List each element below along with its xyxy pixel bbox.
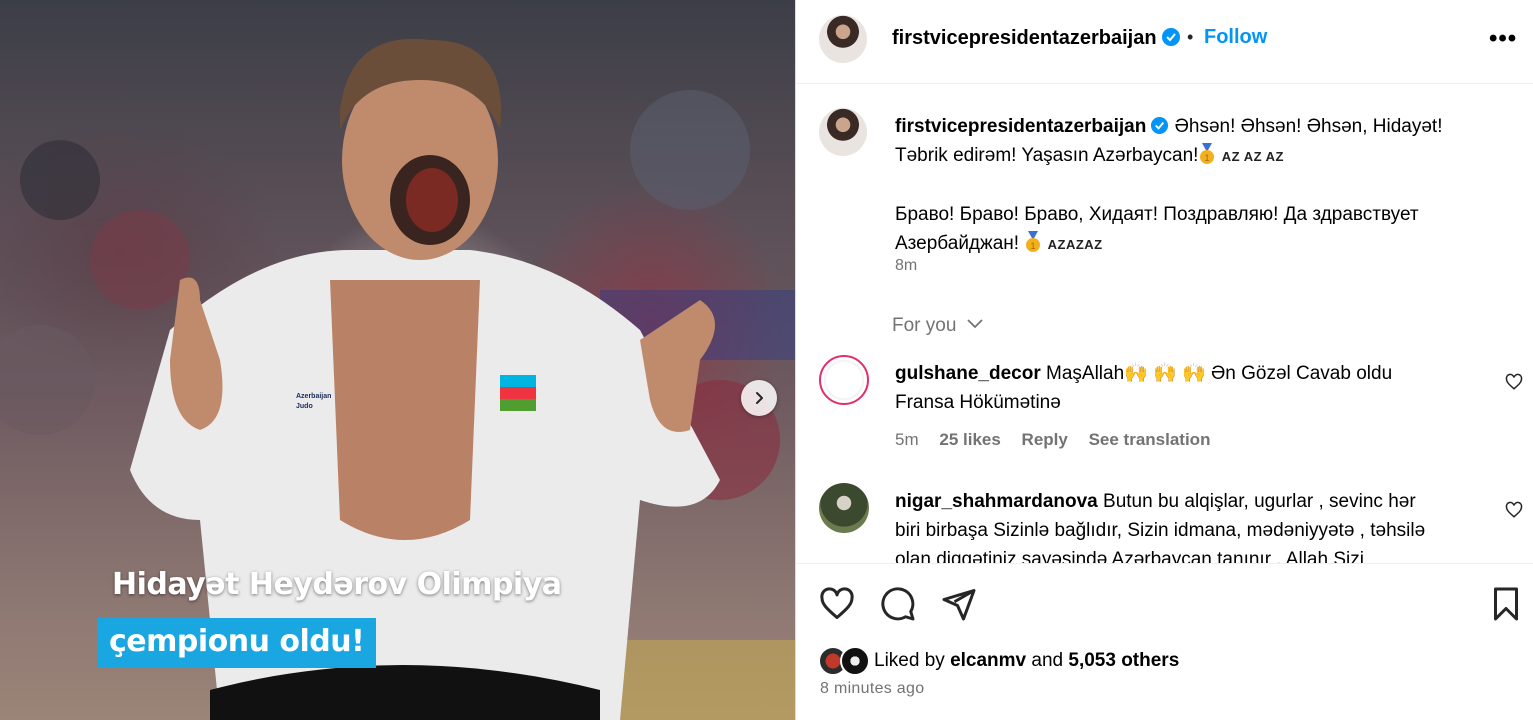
flag-label: Azerbaijan	[296, 393, 331, 400]
comment-icon[interactable]	[880, 586, 916, 622]
comment-text-part: Fransa Hökümətinə	[895, 392, 1061, 413]
caption-author-avatar[interactable]	[819, 108, 867, 156]
media-caption-line2: çempionu oldu!	[97, 618, 377, 668]
comment-time: 5m	[895, 430, 919, 449]
caption-username[interactable]: firstvicepresidentazerbaijan	[895, 116, 1169, 137]
likes-prefix: Liked by	[874, 650, 945, 671]
comment-text-part: MaşAllah	[1046, 363, 1125, 384]
liker-avatar[interactable]	[840, 646, 870, 676]
like-heart-icon[interactable]	[819, 586, 855, 622]
for-you-label: For you	[892, 315, 957, 336]
comment-text: gulshane_decor MaşAllah🙌 🙌 🙌 Ən Gözəl Ca…	[895, 359, 1485, 417]
caption-line3: Браво! Браво! Браво, Хидаят! Поздравляю!…	[895, 204, 1419, 225]
caption-line1: Əhsən! Əhsən! Əhsən, Hidayət!	[1174, 116, 1443, 137]
commenter-username[interactable]: gulshane_decor	[895, 363, 1041, 384]
likes-summary: Liked by elcanmv and 5,053 others	[818, 645, 1179, 677]
comment-text: nigar_shahmardanova Butun bu alqişlar, u…	[895, 487, 1485, 563]
like-comment-heart-icon[interactable]	[1505, 373, 1523, 391]
liker-username[interactable]: elcanmv	[950, 650, 1026, 671]
flag-sublabel: Judo	[296, 403, 313, 410]
like-comment-heart-icon[interactable]	[1505, 501, 1523, 519]
author-username[interactable]: firstvicepresidentazerbaijan	[892, 27, 1181, 50]
comment-likes[interactable]: 25 likes	[939, 430, 1000, 449]
share-icon[interactable]	[941, 586, 977, 622]
chevron-right-icon	[756, 392, 763, 404]
comment-text-part: Ən Gözəl Cavab oldu	[1210, 363, 1393, 384]
comment-text-part: olan diqqətiniz sayəsində Azərbaycan tan…	[895, 549, 1364, 563]
commenter-avatar[interactable]	[819, 483, 869, 533]
save-bookmark-icon[interactable]	[1488, 586, 1524, 622]
commenter-avatar[interactable]	[819, 355, 869, 405]
post-header: firstvicepresidentazerbaijan • Follow ••…	[796, 0, 1533, 84]
media-caption-line1: Hidayət Heydərov Olimpiya	[112, 567, 562, 602]
post-details-panel: firstvicepresidentazerbaijan • Follow ••…	[795, 0, 1533, 720]
for-you-dropdown[interactable]: For you	[892, 315, 984, 337]
post-media: Azerbaijan Judo Hidayət Heydərov Olimpiy…	[0, 0, 795, 720]
chevron-down-icon	[967, 319, 983, 329]
likes-text: Liked by elcanmv and 5,053 others	[874, 650, 1179, 672]
reply-button[interactable]: Reply	[1022, 430, 1068, 449]
caption-time: 8m	[895, 257, 918, 274]
verified-badge-icon	[1151, 116, 1169, 135]
action-bar	[796, 563, 1533, 643]
likes-and: and	[1031, 650, 1064, 671]
separator-dot: •	[1187, 27, 1194, 47]
gold-medal-icon: 1	[1200, 143, 1215, 164]
comment-meta: 5m 25 likes Reply See translation	[895, 430, 1226, 450]
verified-badge-icon	[1161, 28, 1180, 46]
svg-text:1: 1	[1205, 153, 1210, 163]
svg-text:1: 1	[1031, 241, 1036, 251]
caption-line4: Азербайджан!	[895, 233, 1020, 254]
posted-time[interactable]: 8 minutes ago	[820, 680, 924, 698]
commenter-username[interactable]: nigar_shahmardanova	[895, 491, 1098, 512]
judo-athlete-photo: Azerbaijan Judo	[0, 38, 795, 720]
author-avatar[interactable]	[819, 15, 867, 63]
likes-others[interactable]: 5,053 others	[1068, 650, 1179, 671]
az-flags: AZAZAZ	[1047, 237, 1103, 252]
next-media-button[interactable]	[741, 380, 777, 416]
raised-hands-icon: 🙌 🙌 🙌	[1124, 363, 1206, 384]
see-translation-button[interactable]: See translation	[1089, 430, 1211, 449]
follow-button[interactable]: Follow	[1204, 26, 1267, 49]
caption-text: firstvicepresidentazerbaijan Əhsən! Əhsə…	[895, 112, 1505, 259]
comment-text-part: biri birbaşa Sizinlə bağlıdır, Sizin idm…	[895, 520, 1426, 541]
comments-scroll-area[interactable]: firstvicepresidentazerbaijan Əhsən! Əhsə…	[796, 85, 1533, 563]
caption-line2: Təbrik edirəm! Yaşasın Azərbaycan!	[895, 145, 1199, 166]
comment-text-part: Butun bu alqişlar, ugurlar , sevinc hər	[1103, 491, 1416, 512]
az-flags: AZ AZ AZ	[1221, 149, 1284, 164]
gold-medal-icon: 1	[1026, 231, 1041, 252]
more-options-icon[interactable]: •••	[1489, 25, 1517, 53]
